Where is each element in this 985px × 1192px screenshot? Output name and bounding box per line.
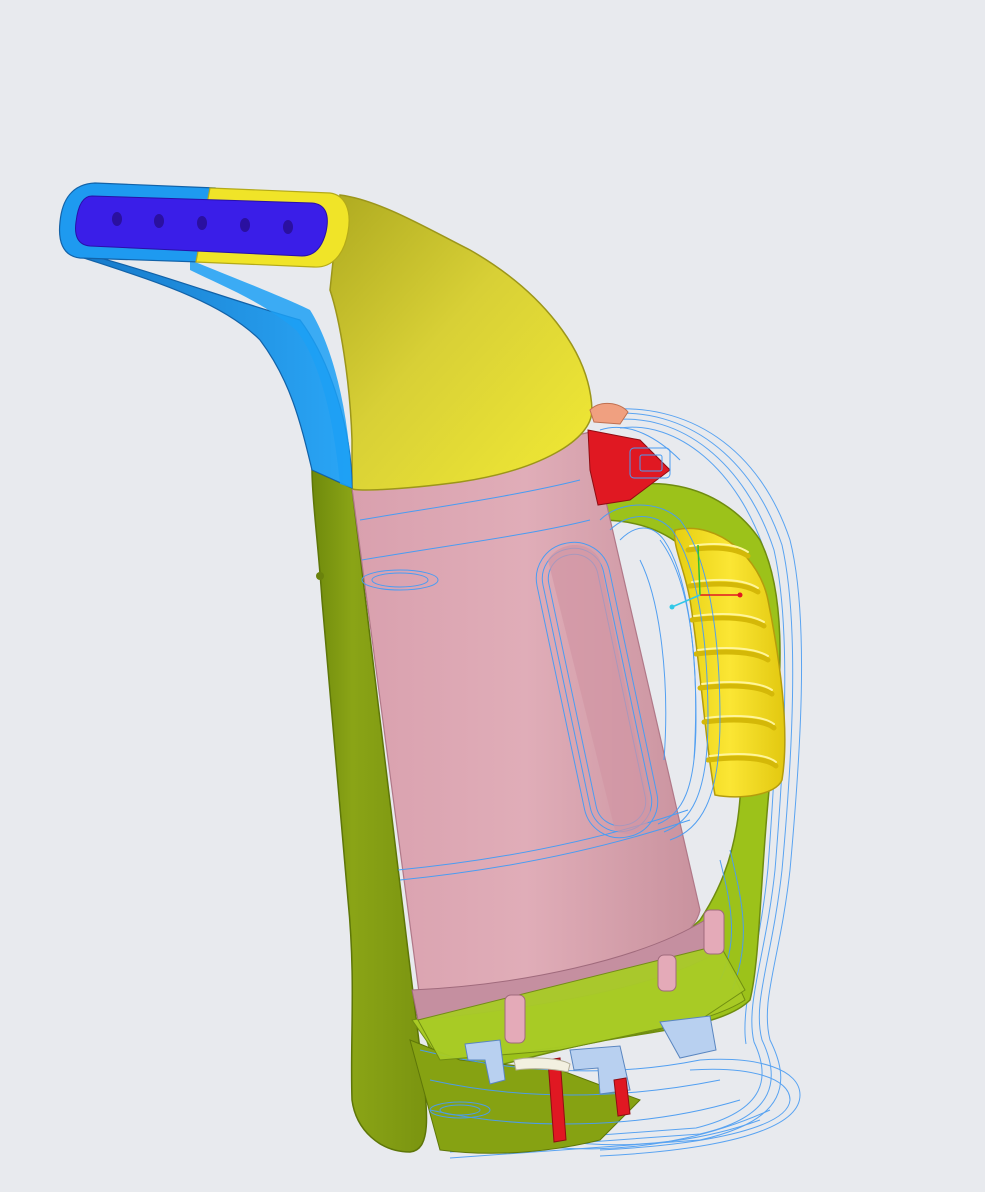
steamer-model: [58, 182, 803, 1159]
neck-blue: [68, 248, 353, 489]
post-left: [504, 994, 526, 1044]
nozzle: [58, 182, 350, 268]
body-screw-hole: [316, 572, 324, 580]
post-mid: [657, 954, 677, 992]
lightblue-part-3: [659, 1015, 717, 1059]
trigger-peach: [589, 403, 629, 425]
post-right: [703, 909, 725, 955]
cad-viewport[interactable]: [0, 0, 985, 1192]
steam-head: [329, 194, 593, 491]
